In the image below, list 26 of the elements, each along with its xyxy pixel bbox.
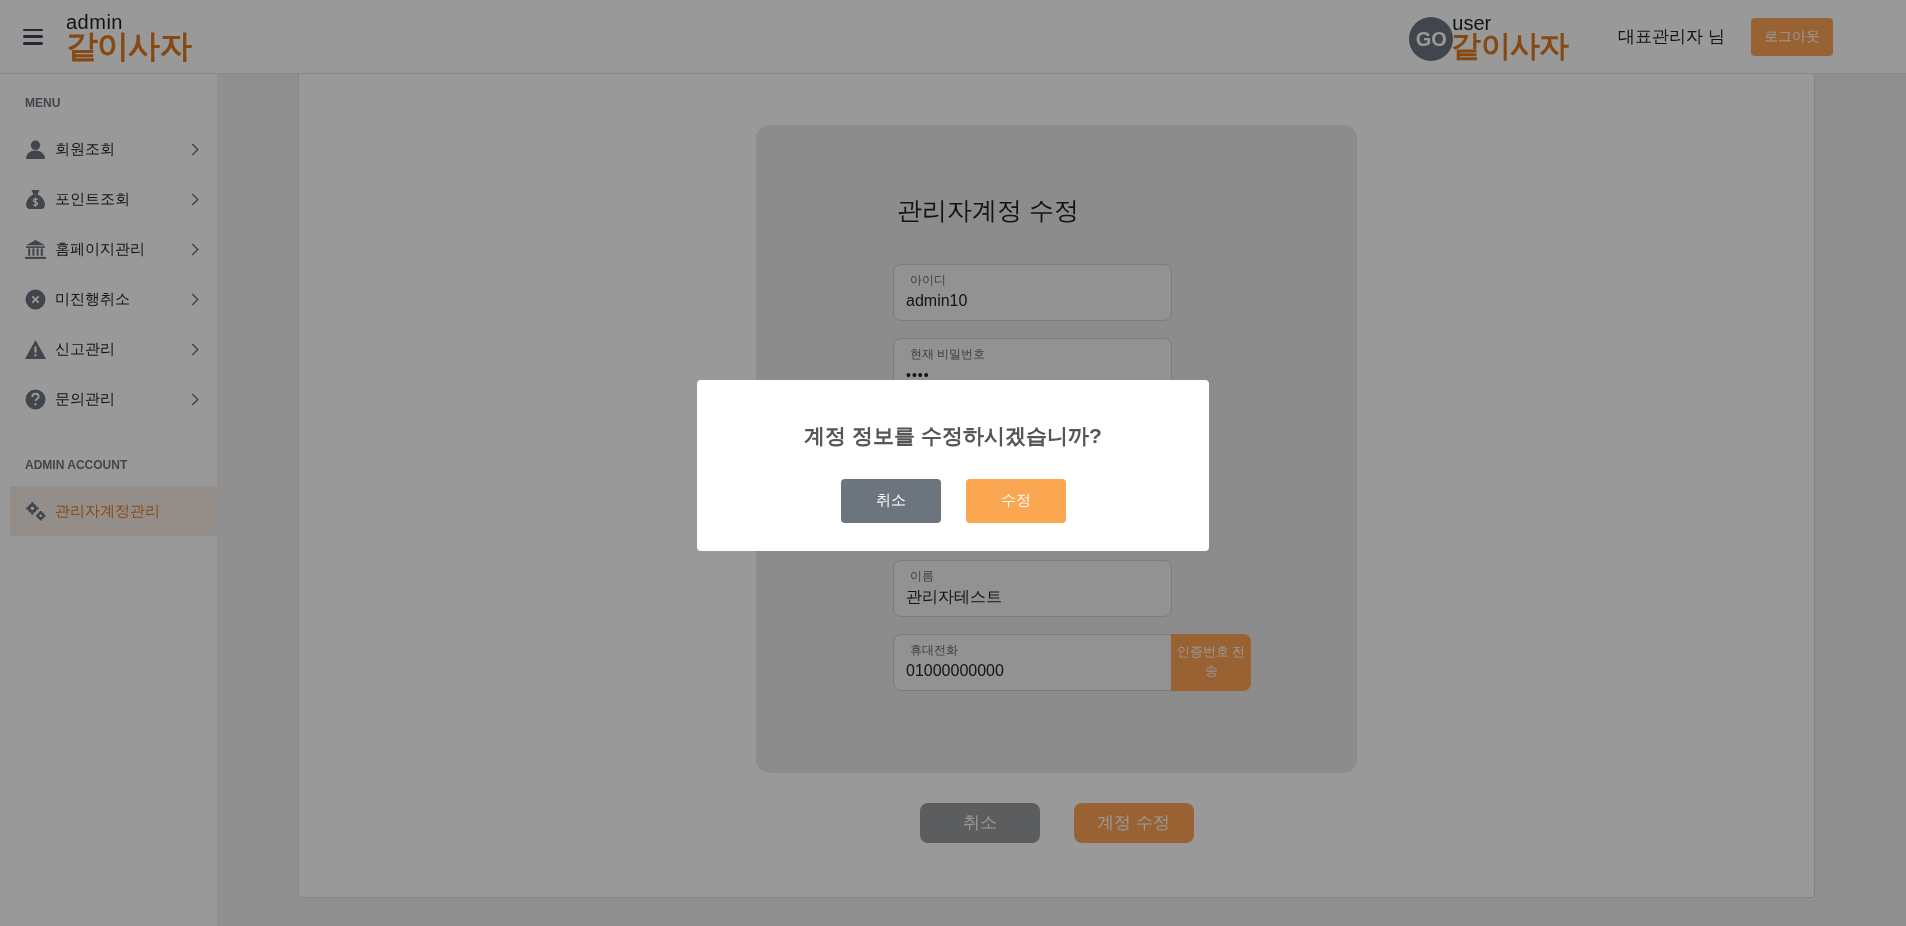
person-icon: [25, 138, 46, 160]
close-icon: [25, 288, 46, 310]
help-icon: [25, 388, 46, 410]
sidebar-item[interactable]: 회원조회: [0, 124, 217, 174]
money-bag-icon: [25, 188, 46, 210]
section-heading: MENU: [24, 95, 62, 112]
user-logo[interactable]: user 같이사자: [1451, 12, 1569, 61]
sidebar-item[interactable]: 포인트조회: [0, 174, 217, 224]
form-title: 관리자계정 수정: [897, 195, 1080, 226]
gears-icon: [25, 500, 46, 522]
admin-logo[interactable]: admin 같이사자: [66, 11, 191, 62]
sidebar-item[interactable]: 미진행취소: [0, 274, 217, 324]
sidebar-item[interactable]: 홈페이지관리: [0, 224, 217, 274]
menu-icon[interactable]: [23, 28, 43, 45]
input-field[interactable]: 이름 관리자테스트: [893, 559, 1172, 617]
warning-icon: [25, 338, 46, 360]
input-field[interactable]: 아이디 admin10: [893, 263, 1172, 321]
sidebar-item[interactable]: 문의관리: [0, 374, 217, 424]
sidebar-item[interactable]: 신고관리: [0, 324, 217, 374]
section-heading: ADMIN ACCOUNT: [24, 457, 129, 474]
input-field[interactable]: 휴대전화 01000000000: [893, 633, 1172, 691]
dialog-message: 계정 정보를 수정하시겠습니까?: [804, 423, 1102, 449]
bank-icon: [25, 238, 46, 260]
cancel-button[interactable]: 취소: [840, 478, 941, 523]
user-name: 대표관리자 님: [1618, 25, 1725, 48]
go-badge: GO: [1409, 16, 1454, 61]
